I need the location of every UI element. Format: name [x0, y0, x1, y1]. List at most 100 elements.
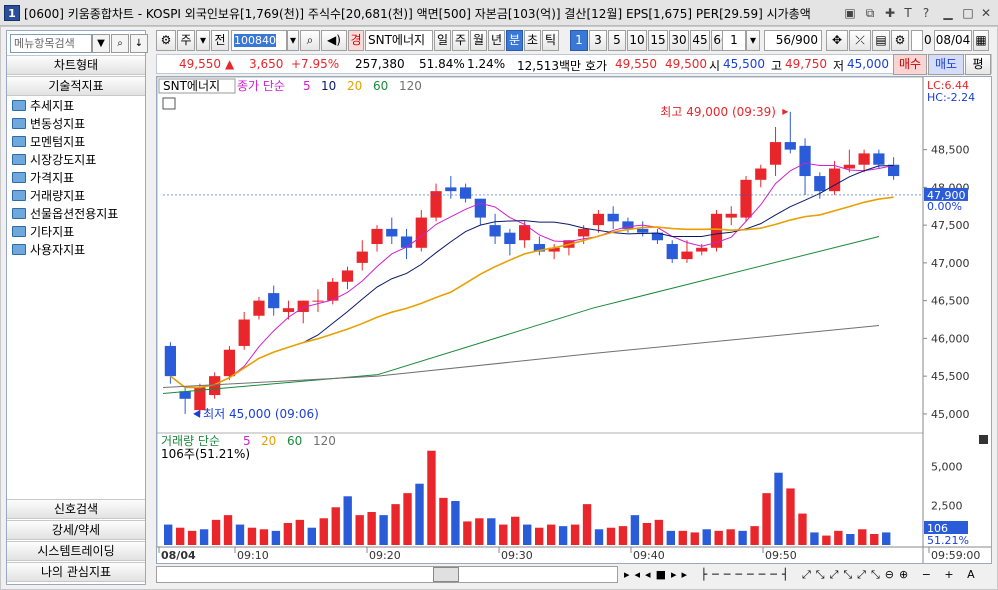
interval-6-button[interactable]: 틱 — [542, 30, 559, 51]
volume-bar — [283, 523, 293, 545]
save-icon[interactable]: ▤ — [872, 30, 890, 51]
window-title: [0600] 키움종합차트 - KOSPI 외국인보유[1,769(천)] 주식… — [24, 7, 811, 21]
pin-icon[interactable]: ✚ — [882, 5, 898, 21]
interval-0-button[interactable]: 일 — [434, 30, 451, 51]
search-icon[interactable]: ⌕ — [111, 34, 129, 53]
minute-30-button[interactable]: 30 — [669, 30, 689, 51]
interval-2-button[interactable]: 월 — [470, 30, 487, 51]
crosshair-icon[interactable]: ✥ — [826, 30, 848, 51]
interval-3-button[interactable]: 년 — [488, 30, 505, 51]
candle-body — [268, 293, 280, 309]
sidebar-item-label: 가격지표 — [30, 171, 75, 185]
sidebar-item-5[interactable]: 거래량지표 — [12, 187, 85, 205]
stock-code-input[interactable]: 100840 — [231, 30, 287, 51]
y-tick-label: 47,500 — [931, 219, 970, 232]
my-indicator-button[interactable]: 나의 관심지표 — [7, 562, 145, 582]
sidebar-item-0[interactable]: 추세지표 — [12, 97, 74, 115]
minute-15-button[interactable]: 15 — [648, 30, 668, 51]
window-icon[interactable]: ⧉ — [862, 5, 878, 21]
sidebar-item-1[interactable]: 변동성지표 — [12, 115, 85, 133]
interval-1-button[interactable]: 주 — [452, 30, 469, 51]
volume-bar — [618, 526, 628, 545]
volume-bar — [451, 501, 460, 545]
buy-button[interactable]: 매수 — [893, 54, 927, 75]
volume-bar — [199, 529, 209, 545]
search-dropdown-icon[interactable]: ▼ — [92, 34, 110, 53]
system-trading-button[interactable]: 시스템트레이딩 — [7, 541, 145, 561]
vol-ma-legend-20: 20 — [261, 434, 276, 448]
y-tick-label: 46,000 — [931, 332, 970, 345]
volume-bar — [427, 450, 436, 545]
sell-button[interactable]: 매도 — [928, 54, 964, 75]
sidebar-item-4[interactable]: 가격지표 — [12, 169, 74, 187]
vol-ma-legend-60: 60 — [287, 434, 302, 448]
period-week-button[interactable]: 주 — [177, 30, 195, 51]
x-tick-label: 09:40 — [633, 549, 665, 562]
sidebar-item-8[interactable]: 사용자지표 — [12, 241, 85, 259]
sidebar-item-2[interactable]: 모멘텀지표 — [12, 133, 85, 151]
font-icon[interactable]: T — [900, 5, 916, 21]
playback-controls[interactable]: ▸◂◂■▸▸ ├──────┤ ⤢⤡⤢⤡⤢⤡⊖⊕ − + A — [624, 565, 990, 584]
tech-indicator-section[interactable]: 기술적지표 — [7, 76, 145, 96]
sidebar-item-6[interactable]: 선물옵션전용지표 — [12, 205, 118, 223]
unit-dropdown-icon[interactable]: ▾ — [746, 30, 760, 51]
chart-type-section[interactable]: 차트형태 — [7, 55, 145, 75]
price-pane — [156, 76, 924, 434]
help-icon[interactable]: ? — [918, 5, 934, 21]
calendar-icon[interactable]: ▦ — [973, 30, 989, 51]
volume-bar — [247, 527, 257, 545]
signal-search-button[interactable]: 신호검색 — [7, 499, 145, 519]
strength-weakness-button[interactable]: 강세/약세 — [7, 520, 145, 540]
up-arrow-icon: ▲ — [225, 57, 235, 71]
bar-count-field[interactable]: 56/900 — [764, 30, 822, 51]
minute-10-button[interactable]: 10 — [627, 30, 647, 51]
ma-legend-60: 60 — [373, 79, 388, 93]
download-icon[interactable]: ↓ — [130, 34, 148, 53]
sidebar-item-7[interactable]: 기타지표 — [12, 223, 74, 241]
scroll-thumb[interactable] — [433, 567, 459, 582]
period-prev-button[interactable]: 전 — [211, 30, 229, 51]
vol-tick-label: 2,500 — [931, 500, 963, 513]
change-percent: +7.95% — [291, 57, 340, 71]
code-dropdown-icon[interactable]: ▾ — [287, 30, 299, 51]
volume-bar — [415, 483, 424, 545]
sound-icon[interactable]: ◀) — [321, 30, 347, 51]
search-stock-icon[interactable]: ⌕ — [300, 30, 320, 51]
settings-icon[interactable]: ⚙ — [156, 30, 176, 51]
low-annotation: 최저 45,000 (09:06) — [203, 407, 319, 421]
minimize-icon[interactable]: ▁ — [940, 5, 956, 21]
gear-icon[interactable]: ⚙ — [891, 30, 909, 51]
price-chart-svg[interactable]: 48,50048,00047,50047,00046,50046,00045,5… — [156, 76, 991, 563]
folder-icon — [12, 118, 26, 129]
chart-scrollbar[interactable] — [156, 566, 618, 583]
volume-bar — [606, 527, 616, 545]
volume-bar — [295, 519, 305, 545]
menu-search-input[interactable]: 메뉴항목검색 — [10, 34, 92, 53]
title-bar: 1 [0600] 키움종합차트 - KOSPI 외국인보유[1,769(천)] … — [0, 0, 998, 26]
date-input[interactable]: 08/04 — [934, 30, 972, 51]
candle-body — [725, 213, 737, 218]
period-dropdown-icon[interactable]: ▾ — [196, 30, 210, 51]
vol-ma-legend-5: 5 — [243, 434, 251, 448]
draw-tool-icon[interactable]: ⤫ — [849, 30, 871, 51]
maximize-icon[interactable]: □ — [960, 5, 976, 21]
sidebar-item-3[interactable]: 시장강도지표 — [12, 151, 96, 169]
low-price: 45,000 — [847, 57, 889, 71]
minute-3-button[interactable]: 3 — [589, 30, 607, 51]
zero-checkbox[interactable] — [911, 30, 923, 51]
minute-1-button[interactable]: 1 — [570, 30, 588, 51]
unit-input[interactable]: 1 — [722, 30, 746, 51]
interval-4-button[interactable]: 분 — [506, 30, 523, 51]
x-tick-label: 09:20 — [369, 549, 401, 562]
interval-5-button[interactable]: 초 — [524, 30, 541, 51]
chart-area[interactable]: 48,500 48,000 47,500 47,000 46,500 46,000 45,5… — [156, 76, 992, 564]
minute-5-button[interactable]: 5 — [608, 30, 626, 51]
close-icon[interactable]: ✕ — [978, 5, 994, 21]
candle-body — [238, 319, 250, 346]
layout-icon[interactable]: ▣ — [842, 5, 858, 21]
app-icon: 1 — [4, 5, 20, 21]
x-tick-label: 09:10 — [237, 549, 269, 562]
volume-bar — [546, 524, 556, 545]
minute-45-button[interactable]: 45 — [690, 30, 710, 51]
eval-button[interactable]: 평 — [965, 54, 991, 75]
